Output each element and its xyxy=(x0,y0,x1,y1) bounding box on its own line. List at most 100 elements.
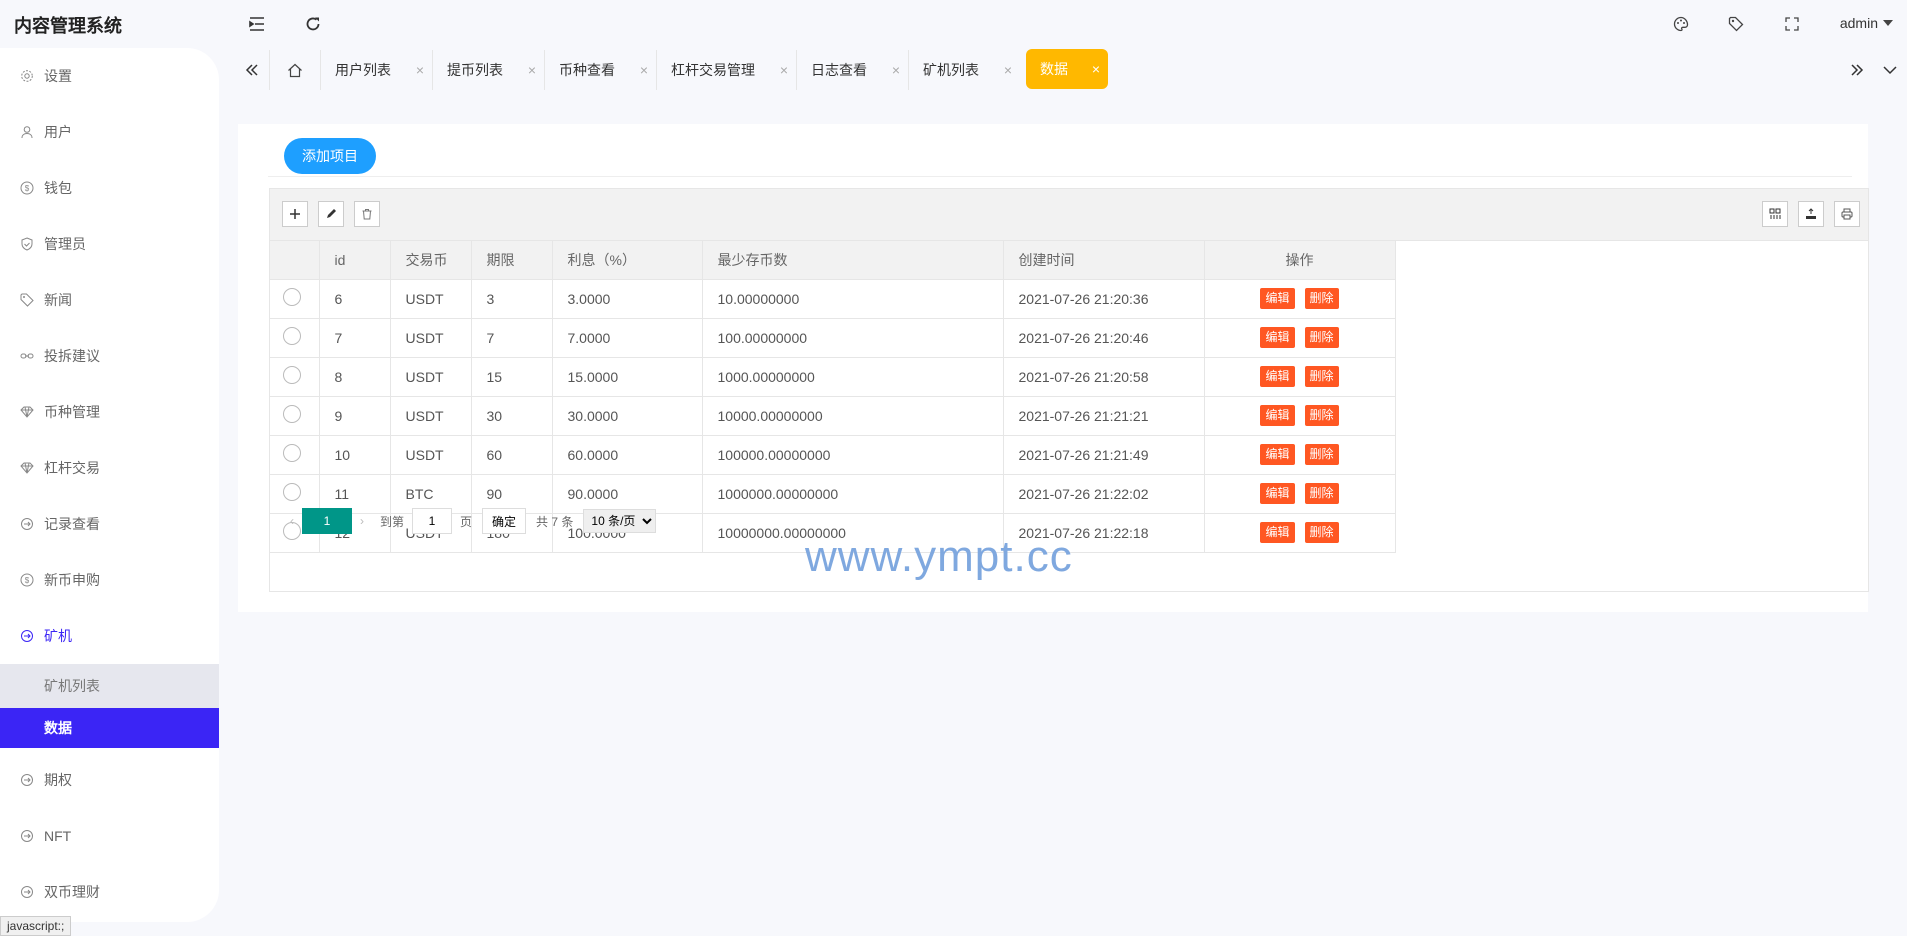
edit-button[interactable]: 编辑 xyxy=(1260,288,1295,309)
sidebar-item-users[interactable]: 用户 xyxy=(0,104,219,160)
sidebar-item-leverage[interactable]: 杠杆交易 xyxy=(0,440,219,496)
tab-data[interactable]: 数据 × xyxy=(1026,49,1108,89)
tag-icon xyxy=(20,293,34,307)
row-radio[interactable] xyxy=(283,288,301,306)
tab-label: 用户列表 xyxy=(335,62,391,78)
fullscreen-icon[interactable] xyxy=(1780,12,1804,36)
tab-user-list[interactable]: 用户列表 × xyxy=(320,50,432,90)
tab-label: 杠杆交易管理 xyxy=(671,62,755,78)
divider xyxy=(268,176,1852,177)
prev-page-icon[interactable]: ‹ xyxy=(282,514,302,528)
page-current[interactable]: 1 xyxy=(302,508,352,534)
close-icon[interactable]: × xyxy=(892,62,900,78)
sidebar-item-records[interactable]: 记录查看 xyxy=(0,496,219,552)
tag-icon[interactable] xyxy=(1724,12,1748,36)
close-icon[interactable]: × xyxy=(528,62,536,78)
sidebar-item-feedback[interactable]: 投拆建议 xyxy=(0,328,219,384)
delete-button[interactable]: 删除 xyxy=(1304,327,1339,348)
column-header[interactable]: 交易币 xyxy=(390,241,472,280)
circle-arrow-icon xyxy=(20,773,34,787)
sidebar-item-admins[interactable]: 管理员 xyxy=(0,216,219,272)
table-toolbar xyxy=(270,189,1868,241)
row-radio[interactable] xyxy=(283,366,301,384)
watermark-url: www.ympt.cc xyxy=(805,532,1073,581)
delete-button[interactable]: 删除 xyxy=(1304,366,1339,387)
sidebar-item-label: 矿机 xyxy=(44,628,72,644)
edit-button[interactable]: 编辑 xyxy=(1260,366,1295,387)
add-item-button[interactable]: 添加项目 xyxy=(284,138,376,174)
sidebar-subitem-label: 数据 xyxy=(44,720,72,736)
sidebar-item-dual-currency[interactable]: 双币理财 xyxy=(0,864,219,920)
row-radio[interactable] xyxy=(283,483,301,501)
tab-miner-list[interactable]: 矿机列表 × xyxy=(908,50,1020,90)
sidebar-subitem-miner-list[interactable]: 矿机列表 xyxy=(0,664,219,708)
goto-page-input[interactable] xyxy=(412,508,453,534)
export-icon[interactable] xyxy=(1798,201,1824,227)
tabs-menu-chevron-down-icon[interactable] xyxy=(1875,56,1905,84)
close-icon[interactable]: × xyxy=(1092,61,1100,77)
sidebar-item-label: 管理员 xyxy=(44,236,86,252)
row-radio[interactable] xyxy=(283,327,301,345)
close-icon[interactable]: × xyxy=(416,62,424,78)
columns-icon[interactable] xyxy=(1762,201,1788,227)
column-header: 操作 xyxy=(1204,241,1396,280)
diamond-icon xyxy=(20,461,34,475)
sidebar-item-options[interactable]: 期权 xyxy=(0,752,219,808)
delete-button[interactable]: 删除 xyxy=(1304,288,1339,309)
sidebar-item-news[interactable]: 新闻 xyxy=(0,272,219,328)
sidebar-item-settings[interactable]: 设置 xyxy=(0,48,219,104)
theme-palette-icon[interactable] xyxy=(1669,12,1693,36)
user-menu[interactable]: admin xyxy=(1840,15,1893,31)
status-bar-url: javascript:; xyxy=(0,916,72,936)
close-icon[interactable]: × xyxy=(640,62,648,78)
column-header[interactable]: 期限 xyxy=(471,241,553,280)
goto-label: 到第 xyxy=(380,514,405,529)
sidebar-subitem-data[interactable]: 数据 xyxy=(0,708,219,748)
row-radio[interactable] xyxy=(283,405,301,423)
tab-withdraw-list[interactable]: 提币列表 × xyxy=(432,50,544,90)
circle-arrow-icon xyxy=(20,517,34,531)
print-icon[interactable] xyxy=(1834,201,1860,227)
column-header[interactable]: 利息（%） xyxy=(552,241,703,280)
sidebar-item-label: 投拆建议 xyxy=(44,348,100,364)
add-icon[interactable] xyxy=(282,201,308,227)
delete-button[interactable]: 删除 xyxy=(1304,444,1339,465)
diamond-icon xyxy=(20,405,34,419)
sidebar-item-nft[interactable]: NFT xyxy=(0,808,219,864)
column-header[interactable]: 创建时间 xyxy=(1003,241,1205,280)
user-icon xyxy=(20,125,34,139)
sidebar-item-mining[interactable]: 矿机 xyxy=(0,608,219,664)
next-page-icon[interactable]: › xyxy=(352,514,372,528)
tab-home[interactable] xyxy=(269,50,320,90)
tab-leverage-management[interactable]: 杠杆交易管理 × xyxy=(656,50,796,90)
tabs-scroll-left-icon[interactable] xyxy=(235,56,269,84)
close-icon[interactable]: × xyxy=(780,62,788,78)
sidebar-item-wallet[interactable]: $ 钱包 xyxy=(0,160,219,216)
trash-icon[interactable] xyxy=(354,201,380,227)
column-header[interactable]: id xyxy=(319,241,391,280)
cell-term: 3 xyxy=(471,279,553,319)
sidebar-item-label: 钱包 xyxy=(44,180,72,196)
edit-button[interactable]: 编辑 xyxy=(1260,327,1295,348)
edit-icon[interactable] xyxy=(318,201,344,227)
table-row: 7 USDT 7 7.0000 100.00000000 2021-07-26 … xyxy=(270,318,1396,358)
row-radio[interactable] xyxy=(283,444,301,462)
cell-min-deposit: 10.00000000 xyxy=(702,279,1004,319)
close-icon[interactable]: × xyxy=(1004,62,1012,78)
edit-button[interactable]: 编辑 xyxy=(1260,444,1295,465)
edit-button[interactable]: 编辑 xyxy=(1260,405,1295,426)
refresh-icon[interactable] xyxy=(301,12,325,36)
tab-log-view[interactable]: 日志查看 × xyxy=(796,50,908,90)
sidebar: 设置 用户 $ 钱包 管理员 新闻 投拆建议 币种管理 杠杆交易 记录查看 $ … xyxy=(0,48,219,922)
sidebar-item-ico[interactable]: $ 新币申购 xyxy=(0,552,219,608)
delete-button[interactable]: 删除 xyxy=(1304,405,1339,426)
column-header[interactable]: 最少存币数 xyxy=(702,241,1004,280)
tabs-scroll-right-icon[interactable] xyxy=(1840,56,1874,84)
sidebar-item-currency[interactable]: 币种管理 xyxy=(0,384,219,440)
menu-collapse-icon[interactable] xyxy=(245,12,269,36)
page-size-select[interactable]: 10 条/页 xyxy=(583,509,657,533)
tab-currency-view[interactable]: 币种查看 × xyxy=(544,50,656,90)
sidebar-item-label: 记录查看 xyxy=(44,516,100,532)
goto-confirm-button[interactable]: 确定 xyxy=(482,508,527,534)
shield-icon xyxy=(20,237,34,251)
